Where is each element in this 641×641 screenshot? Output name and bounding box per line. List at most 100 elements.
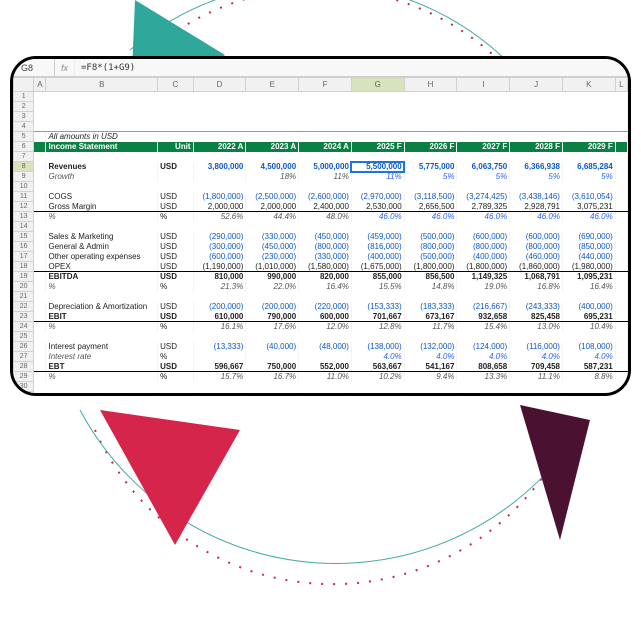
sheet-grid[interactable]: ABCDEFGHIJKL 12345All amounts in USD6Inc…: [13, 77, 628, 393]
cell[interactable]: 12.8%: [351, 322, 404, 332]
row-header[interactable]: 17: [14, 252, 34, 262]
cell[interactable]: 5,000,000: [299, 162, 352, 172]
cell[interactable]: (132,000): [404, 342, 457, 352]
cell[interactable]: 10%: [193, 392, 246, 394]
cell[interactable]: 15.4%: [457, 322, 510, 332]
cell[interactable]: (850,000): [562, 242, 615, 252]
cell[interactable]: (450,000): [246, 242, 299, 252]
cell[interactable]: 16.8%: [510, 282, 563, 292]
cell[interactable]: (800,000): [299, 242, 352, 252]
cell[interactable]: 750,000: [246, 362, 299, 372]
cell[interactable]: (290,000): [193, 232, 246, 242]
cell[interactable]: 610,000: [193, 312, 246, 322]
cell[interactable]: 596,667: [193, 362, 246, 372]
cell[interactable]: 856,500: [404, 272, 457, 282]
cell[interactable]: (400,000): [351, 252, 404, 262]
cell[interactable]: (600,000): [457, 232, 510, 242]
cell[interactable]: 25%: [404, 392, 457, 394]
cell[interactable]: 46.0%: [510, 212, 563, 222]
column-header[interactable]: F: [299, 78, 352, 92]
cell[interactable]: 4.0%: [562, 352, 615, 362]
cell[interactable]: 6,063,750: [457, 162, 510, 172]
cell[interactable]: (460,000): [510, 252, 563, 262]
cell[interactable]: (116,000): [510, 342, 563, 352]
cell[interactable]: (2,600,000): [299, 192, 352, 202]
cell[interactable]: (300,000): [193, 242, 246, 252]
cell[interactable]: (3,438,146): [510, 192, 563, 202]
cell[interactable]: [193, 352, 246, 362]
cell[interactable]: 16.1%: [193, 322, 246, 332]
cell[interactable]: (200,000): [193, 302, 246, 312]
row-header[interactable]: 13: [14, 212, 34, 222]
cell[interactable]: (500,000): [404, 252, 457, 262]
cell[interactable]: (3,118,500): [404, 192, 457, 202]
cell[interactable]: (800,000): [404, 242, 457, 252]
cell[interactable]: 16.7%: [246, 372, 299, 382]
cell[interactable]: 808,658: [457, 362, 510, 372]
cell[interactable]: 11.0%: [299, 372, 352, 382]
cell[interactable]: 46.0%: [404, 212, 457, 222]
cell[interactable]: 25%: [562, 392, 615, 394]
cell[interactable]: 2,000,000: [193, 202, 246, 212]
cell[interactable]: (220,000): [299, 302, 352, 312]
cell[interactable]: 673,167: [404, 312, 457, 322]
cell[interactable]: 46.0%: [457, 212, 510, 222]
cell[interactable]: (1,800,000): [193, 192, 246, 202]
cell[interactable]: 19.0%: [457, 282, 510, 292]
cell[interactable]: 13.0%: [510, 322, 563, 332]
row-header[interactable]: 10: [14, 182, 34, 192]
cell[interactable]: 25%: [510, 392, 563, 394]
row-header[interactable]: 12: [14, 202, 34, 212]
cell[interactable]: 14.8%: [404, 282, 457, 292]
cell[interactable]: (1,800,000): [404, 262, 457, 272]
cell[interactable]: (216,667): [457, 302, 510, 312]
cell[interactable]: 25%: [351, 392, 404, 394]
row-header[interactable]: 5: [14, 132, 34, 142]
cell[interactable]: 552,000: [299, 362, 352, 372]
cell[interactable]: 46.0%: [351, 212, 404, 222]
cell[interactable]: 17.6%: [246, 322, 299, 332]
cell[interactable]: (13,333): [193, 342, 246, 352]
row-header[interactable]: 25: [14, 332, 34, 342]
column-header[interactable]: K: [562, 78, 615, 92]
cell[interactable]: 44.4%: [246, 212, 299, 222]
cell[interactable]: 10.4%: [562, 322, 615, 332]
row-header[interactable]: 8: [14, 162, 34, 172]
cell[interactable]: [246, 352, 299, 362]
cell[interactable]: (138,000): [351, 342, 404, 352]
cell[interactable]: 46.0%: [562, 212, 615, 222]
cell[interactable]: 541,167: [404, 362, 457, 372]
cell[interactable]: 9.4%: [404, 372, 457, 382]
row-header[interactable]: 26: [14, 342, 34, 352]
cell[interactable]: 2,400,000: [299, 202, 352, 212]
cell[interactable]: 52.6%: [193, 212, 246, 222]
cell[interactable]: 3,800,000: [193, 162, 246, 172]
cell[interactable]: 1,095,231: [562, 272, 615, 282]
row-header[interactable]: 29: [14, 372, 34, 382]
cell[interactable]: 16.4%: [299, 282, 352, 292]
cell[interactable]: 11%: [351, 172, 404, 182]
cell[interactable]: (183,333): [404, 302, 457, 312]
cell[interactable]: 5%: [562, 172, 615, 182]
row-header[interactable]: 15: [14, 232, 34, 242]
cell[interactable]: 932,658: [457, 312, 510, 322]
cell[interactable]: 6,685,284: [562, 162, 615, 172]
cell[interactable]: (690,000): [562, 232, 615, 242]
cell[interactable]: 8.8%: [562, 372, 615, 382]
cell[interactable]: 4.0%: [510, 352, 563, 362]
cell[interactable]: 5%: [457, 172, 510, 182]
cell[interactable]: (440,000): [562, 252, 615, 262]
row-header[interactable]: 7: [14, 152, 34, 162]
cell[interactable]: 695,231: [562, 312, 615, 322]
column-header[interactable]: [14, 78, 34, 92]
column-header[interactable]: E: [246, 78, 299, 92]
cell[interactable]: 820,000: [299, 272, 352, 282]
cell[interactable]: (600,000): [193, 252, 246, 262]
cell[interactable]: (1,980,000): [562, 262, 615, 272]
row-header[interactable]: 11: [14, 192, 34, 202]
cell[interactable]: (2,970,000): [351, 192, 404, 202]
cell[interactable]: (153,333): [351, 302, 404, 312]
column-header[interactable]: D: [193, 78, 246, 92]
cell[interactable]: 6,366,938: [510, 162, 563, 172]
cell[interactable]: 8%: [246, 392, 299, 394]
